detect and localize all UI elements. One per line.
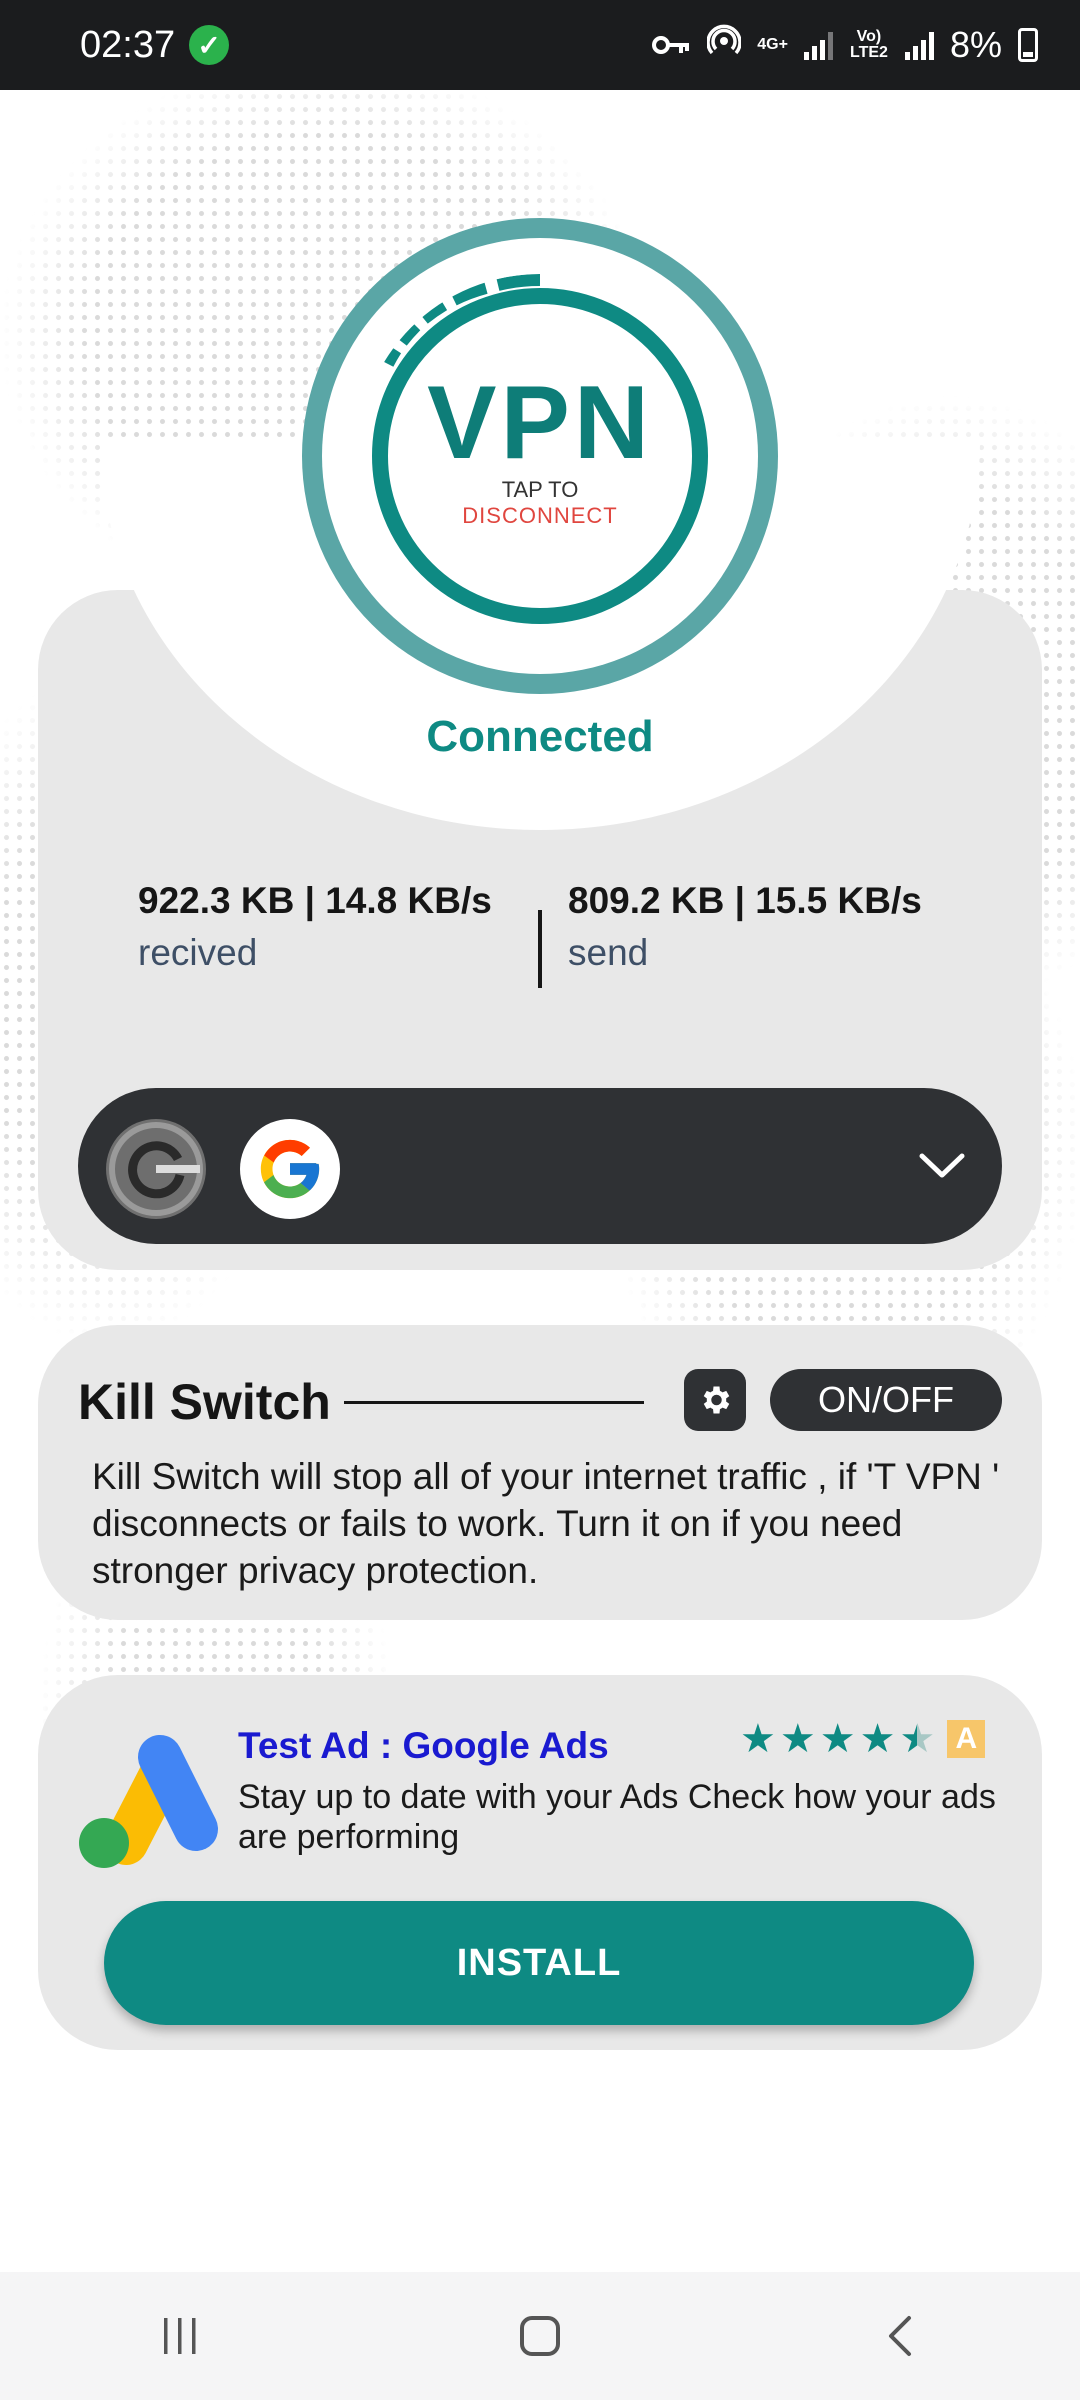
received-stat: 922.3 KB | 14.8 KB/s recived bbox=[138, 880, 492, 974]
kill-switch-description: Kill Switch will stop all of your intern… bbox=[92, 1456, 1000, 1591]
battery-icon bbox=[1018, 28, 1038, 62]
install-button[interactable]: INSTALL bbox=[104, 1901, 974, 2025]
recent-apps-icon bbox=[164, 2318, 196, 2354]
kill-switch-toggle[interactable]: ON/OFF bbox=[770, 1369, 1002, 1431]
signal-icon-2 bbox=[904, 30, 934, 60]
status-left: 02:37 ✓ bbox=[80, 23, 230, 67]
star-icon: ★ bbox=[779, 1717, 816, 1761]
navigation-bar bbox=[0, 2272, 1080, 2400]
kill-switch-settings-button[interactable] bbox=[684, 1369, 746, 1431]
vpn-connect-button[interactable]: VPN TAP TO DISCONNECT bbox=[302, 218, 778, 694]
kill-switch-title: Kill Switch bbox=[78, 1374, 331, 1430]
send-stat: 809.2 KB | 15.5 KB/s send bbox=[568, 880, 922, 974]
send-value: 809.2 KB | 15.5 KB/s bbox=[568, 880, 922, 921]
google-icon[interactable] bbox=[240, 1119, 340, 1219]
status-bar: 02:37 ✓ 4G+ Vo) LTE2 8% bbox=[0, 0, 1080, 90]
ad-card[interactable]: Test Ad : Google Ads ★ ★ ★ ★ ★ A Stay up… bbox=[38, 1675, 1042, 2050]
vpn-logo: VPN TAP TO DISCONNECT bbox=[372, 288, 708, 624]
vpn-logo-text: VPN bbox=[427, 365, 653, 481]
ad-title[interactable]: Test Ad : Google Ads bbox=[238, 1725, 609, 1767]
disconnect-label: DISCONNECT bbox=[462, 503, 618, 528]
vpn-key-icon bbox=[651, 24, 691, 66]
google-ads-logo-icon bbox=[79, 1735, 218, 1868]
hotspot-icon bbox=[706, 24, 742, 67]
back-icon bbox=[889, 2316, 911, 2356]
kill-switch-divider bbox=[344, 1401, 644, 1404]
status-time: 02:37 bbox=[80, 23, 176, 66]
ad-description: Stay up to date with your Ads Check how … bbox=[238, 1778, 996, 1856]
connection-status: Connected bbox=[426, 712, 654, 761]
back-button[interactable] bbox=[840, 2296, 960, 2376]
star-icon: ★ bbox=[859, 1717, 896, 1761]
network-type-4g: 4G+ bbox=[757, 36, 788, 53]
recent-apps-button[interactable] bbox=[120, 2296, 240, 2376]
gear-icon bbox=[703, 1386, 730, 1414]
half-star-icon: ★ bbox=[899, 1717, 936, 1761]
split-tunnel-apps-bar[interactable] bbox=[78, 1088, 1002, 1244]
signal-icon-1 bbox=[803, 30, 833, 60]
ad-badge: A bbox=[947, 1720, 986, 1758]
ad-rating: ★ ★ ★ ★ ★ A bbox=[740, 1717, 986, 1761]
battery-percent: 8% bbox=[949, 24, 1002, 65]
home-button[interactable] bbox=[480, 2296, 600, 2376]
chevron-down-icon[interactable] bbox=[912, 1136, 972, 1196]
star-icon: ★ bbox=[740, 1717, 776, 1761]
tap-to-label: TAP TO bbox=[501, 477, 579, 502]
stats-divider bbox=[538, 910, 542, 988]
kill-switch-card: Kill Switch ON/OFF Kill Switch will stop… bbox=[38, 1325, 1042, 1620]
app-icon-settings[interactable] bbox=[106, 1119, 206, 1219]
received-label: recived bbox=[138, 932, 258, 973]
received-value: 922.3 KB | 14.8 KB/s bbox=[138, 880, 492, 921]
vpn-ring: VPN TAP TO DISCONNECT bbox=[322, 238, 758, 674]
star-icon: ★ bbox=[819, 1717, 856, 1761]
check-circle-icon: ✓ bbox=[189, 25, 230, 65]
home-icon bbox=[520, 2316, 560, 2356]
status-right: 4G+ Vo) LTE2 8% bbox=[651, 24, 1038, 67]
send-label: send bbox=[568, 932, 649, 973]
network-type-volte: Vo) LTE2 bbox=[850, 28, 888, 61]
